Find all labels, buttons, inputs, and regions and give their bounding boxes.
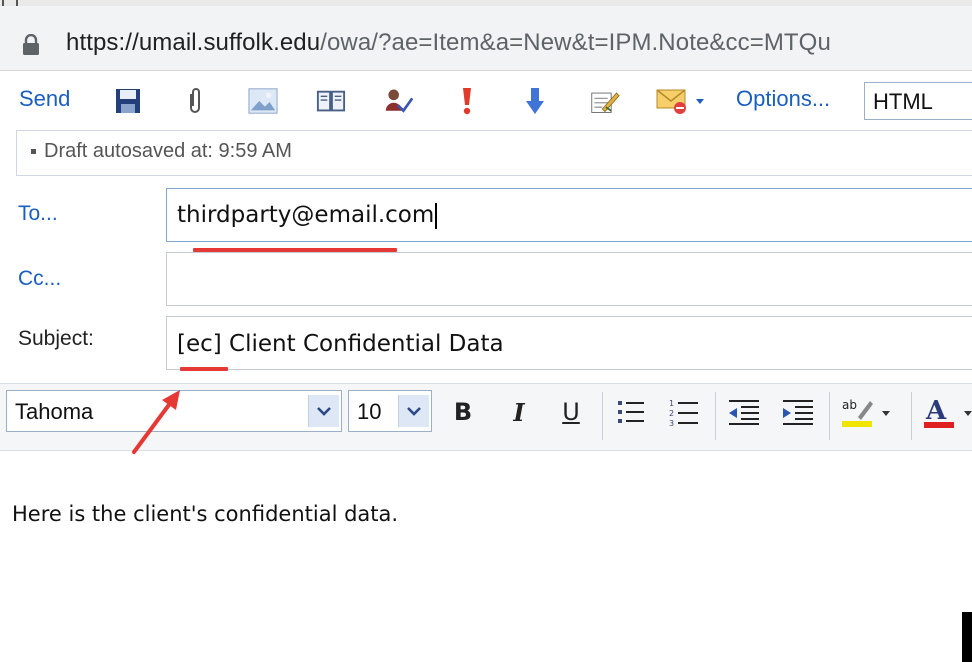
bullet-icon	[31, 149, 36, 155]
corner-block	[962, 612, 972, 662]
text-cursor	[435, 202, 438, 229]
options-button[interactable]: Options...	[736, 86, 830, 112]
bullet-list-icon[interactable]	[614, 395, 648, 429]
subject-field[interactable]: [ec] Client Confidential Data	[166, 316, 972, 370]
svg-text:3: 3	[669, 419, 674, 427]
save-icon[interactable]	[113, 86, 143, 116]
font-color-icon: A	[925, 396, 947, 426]
address-book-icon[interactable]	[316, 86, 346, 116]
font-name-value: Tahoma	[15, 399, 94, 424]
svg-text:ab: ab	[842, 398, 857, 412]
annotation-underline-subject	[180, 367, 228, 371]
font-color-button[interactable]: A	[922, 395, 972, 429]
subject-label: Subject:	[18, 327, 94, 350]
toolbar-separator	[715, 392, 716, 440]
font-size-value: 10	[357, 399, 382, 424]
toolbar-separator	[602, 392, 603, 440]
autosave-text: Draft autosaved at: 9:59 AM	[44, 140, 292, 162]
low-importance-icon[interactable]	[520, 86, 550, 116]
bold-button[interactable]: B	[446, 395, 480, 429]
annotation-arrow	[132, 390, 180, 454]
send-button[interactable]: Send	[19, 86, 70, 112]
toolbar-separator	[829, 392, 830, 440]
increase-indent-icon[interactable]	[781, 395, 815, 429]
italic-button[interactable]: I	[502, 395, 536, 429]
check-names-icon[interactable]	[384, 86, 414, 116]
decrease-indent-icon[interactable]	[727, 395, 761, 429]
to-button[interactable]: To...	[18, 202, 58, 226]
svg-text:1: 1	[669, 399, 674, 408]
insert-image-icon[interactable]	[248, 86, 278, 116]
lock-icon	[22, 33, 40, 55]
browser-address-bar[interactable]: https://umail.suffolk.edu/owa/?ae=Item&a…	[0, 6, 972, 71]
message-flag-icon[interactable]	[656, 86, 708, 116]
chevron-down-icon[interactable]	[398, 395, 429, 427]
spell-check-icon[interactable]	[590, 86, 620, 116]
underline-button[interactable]: U	[554, 395, 588, 429]
draft-autosave-infobar: Draft autosaved at: 9:59 AM	[16, 130, 972, 176]
high-importance-icon[interactable]	[452, 86, 482, 116]
attach-icon[interactable]	[180, 86, 210, 116]
subject-field-value: [ec] Client Confidential Data	[177, 331, 504, 357]
url-text[interactable]: https://umail.suffolk.edu/owa/?ae=Item&a…	[66, 29, 831, 57]
highlight-color-icon[interactable]: ab	[840, 395, 900, 429]
svg-text:2: 2	[669, 409, 674, 418]
message-format-select[interactable]: HTML	[864, 82, 972, 120]
to-field[interactable]: thirdparty@email.com	[166, 188, 972, 242]
toolbar-separator	[911, 392, 912, 440]
numbered-list-icon[interactable]: 1 2 3	[667, 395, 701, 429]
cc-field[interactable]	[166, 252, 972, 306]
to-field-value: thirdparty@email.com	[177, 202, 435, 228]
font-size-select[interactable]: 10	[348, 390, 432, 432]
message-body[interactable]: Here is the client's confidential data.	[12, 502, 398, 526]
chevron-down-icon[interactable]	[308, 395, 339, 427]
cc-button[interactable]: Cc...	[18, 267, 61, 291]
